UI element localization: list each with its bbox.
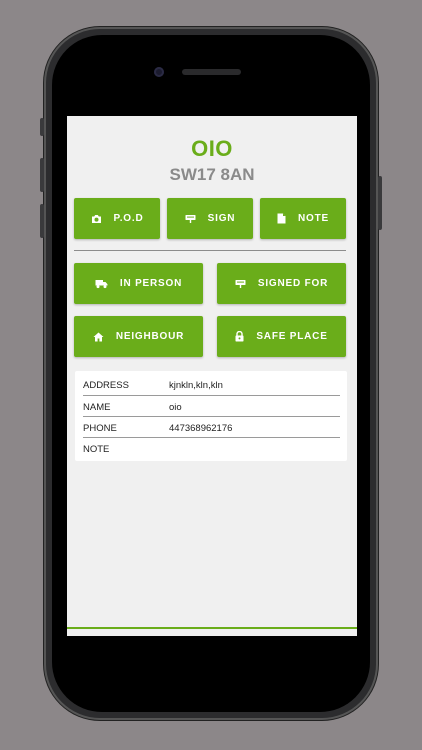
page-title: OIO: [191, 136, 233, 161]
details-card: ADDRESS kjnkln,kln,kln NAME oio PHONE 44…: [75, 371, 347, 461]
name-value: oio: [169, 402, 182, 413]
in-person-button-label: IN PERSON: [119, 278, 183, 289]
note-button[interactable]: NOTE: [260, 198, 346, 239]
phone-label: PHONE: [83, 423, 117, 434]
volume-up-button: [40, 158, 44, 192]
address-row: ADDRESS kjnkln,kln,kln: [83, 374, 340, 395]
neighbour-button-label: NEIGHBOUR: [115, 331, 185, 342]
truck-icon: [95, 279, 108, 288]
safe-place-button[interactable]: SAFE PLACE: [217, 316, 346, 357]
postcode-subtitle: SW17 8AN: [169, 165, 255, 184]
name-row: NAME oio: [83, 396, 340, 417]
address-label: ADDRESS: [83, 380, 129, 391]
camera-icon: [91, 214, 101, 223]
pod-button-label: P.O.D: [113, 213, 144, 224]
home-icon: [93, 332, 104, 341]
sign-button[interactable]: SIGN: [167, 198, 253, 239]
bottom-accent-line: [67, 627, 357, 629]
name-label: NAME: [83, 402, 111, 413]
lock-icon: [235, 331, 244, 342]
phone-value: 447368962176: [169, 423, 233, 434]
note-icon: [277, 213, 286, 224]
neighbour-button[interactable]: NEIGHBOUR: [74, 316, 203, 357]
power-button: [378, 176, 382, 230]
sign-button-label: SIGN: [207, 213, 236, 224]
signature-icon: [185, 214, 196, 223]
note-button-label: NOTE: [298, 213, 329, 224]
front-camera: [154, 67, 164, 77]
signature-icon: [235, 279, 246, 288]
phone-row: PHONE 447368962176: [83, 417, 340, 438]
note-row: NOTE: [83, 438, 340, 459]
section-divider: [74, 250, 346, 251]
volume-down-button: [40, 204, 44, 238]
in-person-button[interactable]: IN PERSON: [74, 263, 203, 304]
address-value: kjnkln,kln,kln: [169, 380, 223, 391]
silent-switch: [40, 118, 44, 136]
signed-for-button[interactable]: SIGNED FOR: [217, 263, 346, 304]
app-screen: OIO SW17 8AN P.O.D SIGN NOTE IN PERSON S…: [67, 116, 357, 636]
safe-place-button-label: SAFE PLACE: [256, 331, 328, 342]
note-label: NOTE: [83, 444, 110, 455]
signed-for-button-label: SIGNED FOR: [257, 278, 329, 289]
earpiece-speaker: [182, 69, 241, 75]
pod-button[interactable]: P.O.D: [74, 198, 160, 239]
